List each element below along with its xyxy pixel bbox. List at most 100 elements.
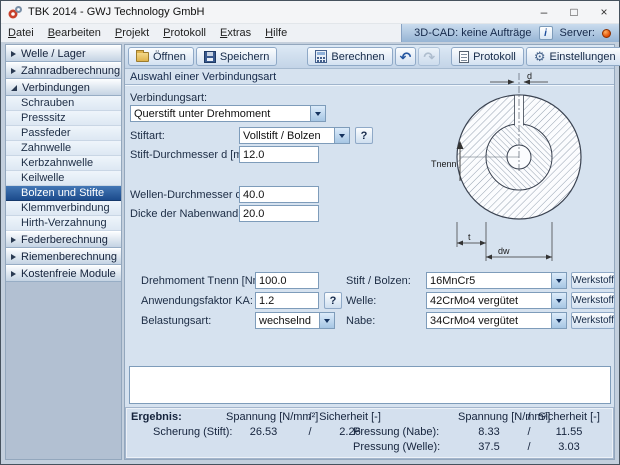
minimize-button[interactable]: – [529, 1, 559, 23]
chevron-down-icon[interactable] [319, 313, 334, 328]
protocol-button[interactable]: Protokoll [451, 47, 524, 66]
close-button[interactable]: × [589, 1, 619, 23]
menu-projekt[interactable]: Projekt [108, 24, 156, 42]
col-header-spannung: Spannung [N/mm²] [226, 411, 319, 423]
window-title: TBK 2014 - GWJ Technology GmbH [28, 6, 205, 18]
chevron-right-icon [11, 236, 16, 243]
col-header-spannung: Spannung [N/mm²] [458, 411, 551, 423]
welle-label: Welle: [346, 295, 377, 307]
result-row-label: Scherung (Stift): [153, 426, 233, 438]
anwendungsfaktor-help-button[interactable]: ? [324, 292, 342, 309]
content-area: Auswahl einer Verbindungsart Verbindungs… [125, 69, 615, 459]
document-icon [459, 50, 470, 63]
belastungsart-dropdown[interactable]: wechselnd [255, 312, 335, 329]
app-icon [8, 6, 22, 19]
result-value: 8.33 [478, 426, 500, 438]
drehmoment-label: Drehmoment Tnenn [Nm]: [141, 275, 268, 287]
sidebar-item-kerbzahnwelle[interactable]: Kerbzahnwelle [6, 156, 121, 171]
stift-bolzen-material-dropdown[interactable]: 16MnCr5 [426, 272, 567, 289]
menu-datei[interactable]: Datei [1, 24, 41, 42]
menu-protokoll[interactable]: Protokoll [156, 24, 213, 42]
welle-material-dropdown[interactable]: 42CrMo4 vergütet [426, 292, 567, 309]
stift-durchmesser-input[interactable] [239, 146, 319, 163]
chevron-down-icon[interactable] [551, 313, 566, 328]
maximize-button[interactable]: □ [559, 1, 589, 23]
sidebar-item-zahnwelle[interactable]: Zahnwelle [6, 141, 121, 156]
stift-werkstoff-button[interactable]: Werkstoff [571, 272, 615, 289]
svg-text:Tnenn: Tnenn [431, 159, 457, 169]
sidebar-item-presssitz[interactable]: Presssitz [6, 111, 121, 126]
sidebar-category-zahnradberechnung[interactable]: Zahnradberechnung [6, 62, 121, 79]
sidebar-item-klemmverbindung[interactable]: Klemmverbindung [6, 201, 121, 216]
results-left-table: Ergebnis: Spannung [N/mm²] / Sicherheit … [131, 411, 381, 438]
calculator-icon [315, 50, 328, 63]
settings-button[interactable]: ⚙ Einstellungen [525, 47, 620, 66]
sidebar-item-hirth-verzahnung[interactable]: Hirth-Verzahnung [6, 216, 121, 231]
results-title: Ergebnis: [131, 411, 182, 423]
cross-section-diagram: d Tnenn t dw [431, 71, 582, 261]
sidebar-category-kostenfreie-module[interactable]: Kostenfreie Module [6, 265, 121, 282]
results-panel: Ergebnis: Spannung [N/mm²] / Sicherheit … [125, 407, 614, 459]
sidebar-category-riemenberechnung[interactable]: Riemenberechnung [6, 248, 121, 265]
welle-werkstoff-button[interactable]: Werkstoff [571, 292, 615, 309]
sidebar-category-federberechnung[interactable]: Federberechnung [6, 231, 121, 248]
menubar: Datei Bearbeiten Projekt Protokoll Extra… [1, 24, 619, 43]
open-button[interactable]: Öffnen [128, 47, 194, 66]
menu-extras[interactable]: Extras [213, 24, 258, 42]
menu-hilfe[interactable]: Hilfe [258, 24, 294, 42]
stiftart-dropdown[interactable]: Vollstift / Bolzen [239, 127, 350, 144]
sidebar-category-verbindungen[interactable]: Verbindungen [6, 79, 121, 96]
folder-icon [136, 49, 149, 62]
undo-icon: ↶ [399, 48, 412, 65]
nabenwand-input[interactable] [239, 205, 319, 222]
chevron-down-icon[interactable] [551, 293, 566, 308]
sidebar-item-schrauben[interactable]: Schrauben [6, 96, 121, 111]
drehmoment-input[interactable] [255, 272, 319, 289]
anwendungsfaktor-label: Anwendungsfaktor KA: [141, 295, 253, 307]
chevron-right-icon [11, 67, 16, 74]
cad-status-text: 3D-CAD: keine Aufträge [414, 27, 532, 39]
result-row-label: Pressung (Welle): [353, 441, 441, 453]
belastungsart-label: Belastungsart: [141, 315, 212, 327]
chevron-down-icon[interactable] [551, 273, 566, 288]
wellen-durchmesser-input[interactable] [239, 186, 319, 203]
toolbar: Öffnen Speichern Berechnen ↶ ↷ Protokoll… [125, 45, 620, 69]
stiftart-help-button[interactable]: ? [355, 127, 373, 144]
chevron-right-icon [11, 253, 16, 260]
nabe-material-dropdown[interactable]: 34CrMo4 vergütet [426, 312, 567, 329]
svg-text:t: t [468, 232, 471, 242]
chevron-right-icon [11, 270, 16, 277]
result-value: 26.53 [249, 426, 278, 438]
result-row-label: Pressung (Nabe): [353, 426, 440, 438]
verbindungsart-label: Verbindungsart: [130, 92, 208, 104]
verbindungsart-dropdown[interactable]: Querstift unter Drehmoment [130, 105, 326, 122]
menu-bearbeiten[interactable]: Bearbeiten [41, 24, 108, 42]
redo-button[interactable]: ↷ [418, 47, 441, 66]
server-label: Server: [559, 27, 595, 39]
sidebar-item-keilwelle[interactable]: Keilwelle [6, 171, 121, 186]
message-box [129, 366, 611, 404]
anwendungsfaktor-input[interactable] [255, 292, 319, 309]
sidebar-item-bolzen-und-stifte[interactable]: Bolzen und Stifte [6, 186, 121, 201]
results-right-table: Spannung [N/mm²] / Sicherheit [-] Pressu… [353, 411, 600, 453]
server-status-icon [602, 28, 611, 38]
result-value: 11.55 [555, 426, 583, 438]
info-icon[interactable]: i [538, 26, 553, 40]
sidebar-category-welle-lager[interactable]: Welle / Lager [6, 45, 121, 62]
nabe-label: Nabe: [346, 315, 376, 327]
undo-button[interactable]: ↶ [394, 47, 417, 66]
main-panel: Öffnen Speichern Berechnen ↶ ↷ Protokoll… [124, 44, 620, 460]
chevron-down-icon[interactable] [310, 106, 325, 121]
titlebar: TBK 2014 - GWJ Technology GmbH – □ × [1, 1, 619, 24]
floppy-disk-icon [203, 50, 216, 63]
save-button[interactable]: Speichern [195, 47, 278, 66]
app-body: Welle / Lager Zahnradberechnung Verbindu… [1, 43, 620, 464]
sidebar-item-passfeder[interactable]: Passfeder [6, 126, 121, 141]
svg-text:d: d [527, 71, 532, 81]
nabe-werkstoff-button[interactable]: Werkstoff [571, 312, 615, 329]
section-title: Auswahl einer Verbindungsart [130, 71, 277, 83]
col-header-sicherheit: Sicherheit [-] [538, 411, 600, 423]
status-cluster: 3D-CAD: keine Aufträge i Server: [401, 24, 619, 42]
calculate-button[interactable]: Berechnen [307, 47, 393, 66]
chevron-down-icon[interactable] [334, 128, 349, 143]
